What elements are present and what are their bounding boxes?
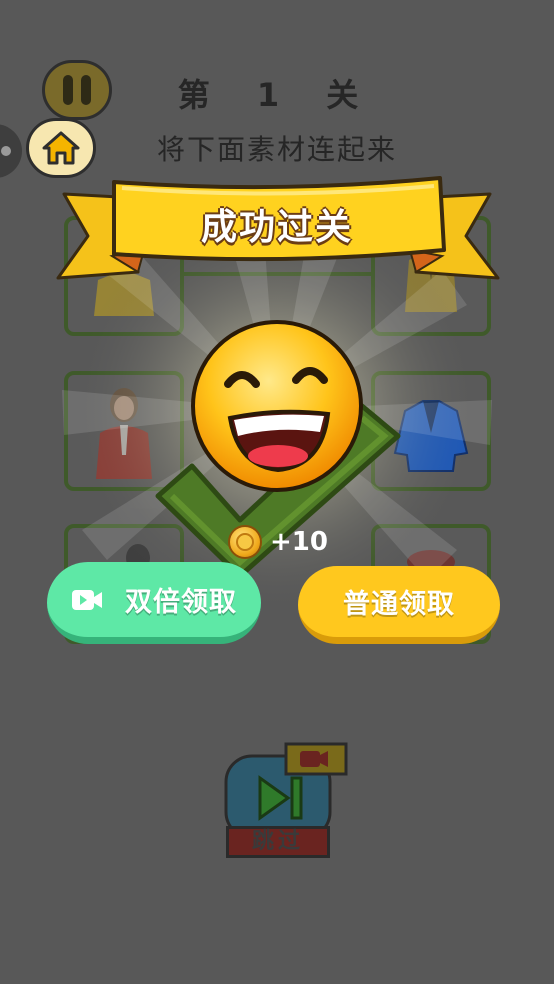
- normal-claim-button[interactable]: 普通领取: [298, 566, 500, 644]
- coin-reward: +10: [228, 522, 328, 562]
- double-claim-button[interactable]: 双倍领取: [47, 562, 261, 644]
- double-claim-label: 双倍领取: [125, 587, 237, 618]
- normal-claim-label: 普通领取: [343, 589, 455, 620]
- banner-title: 成功过关: [200, 207, 353, 248]
- skip-label: 跳过: [226, 826, 330, 858]
- skip-button[interactable]: 跳过: [222, 742, 352, 862]
- reward-amount: +10: [270, 527, 328, 557]
- game-screen: 第 1 关 将下面素材连起来 成功过关 +10 双倍领取 普通领取 跳过: [0, 0, 554, 984]
- menu-dots-icon: [1, 146, 11, 156]
- video-icon: [72, 589, 102, 610]
- level-title: 第 1 关: [177, 76, 377, 114]
- home-icon: [42, 131, 80, 165]
- coin-icon: [228, 525, 262, 559]
